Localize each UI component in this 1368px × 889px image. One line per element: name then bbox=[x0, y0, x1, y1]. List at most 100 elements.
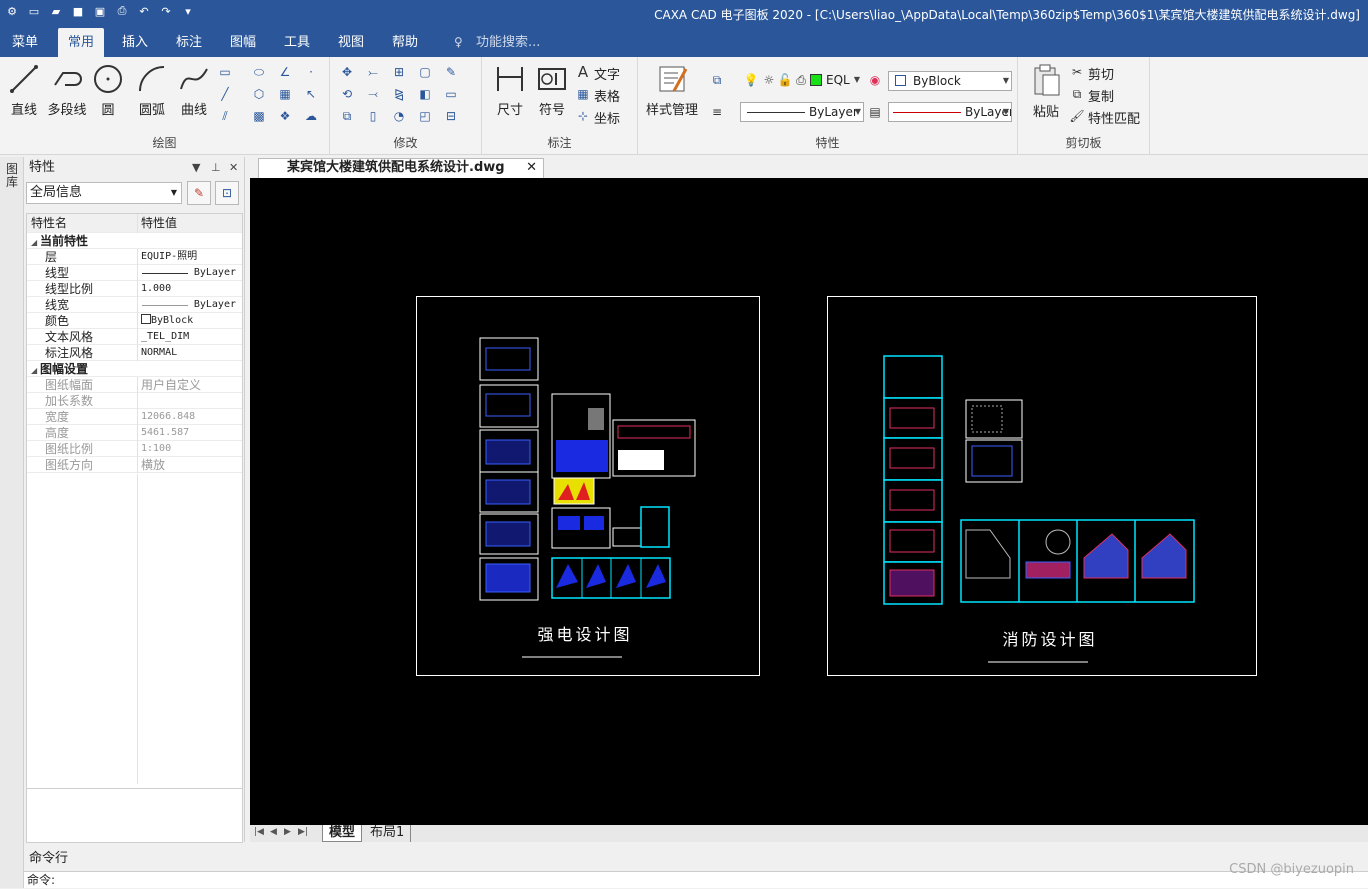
drawing-canvas[interactable]: 强电设计图 消防设计图 bbox=[250, 178, 1368, 825]
document-tab[interactable]: 某宾馆大楼建筑供配电系统设计.dwg ✕ bbox=[258, 158, 544, 178]
line-scale-icon[interactable]: ▤ bbox=[866, 103, 884, 121]
prop-row[interactable]: 线宽 ByLayer bbox=[27, 297, 242, 313]
qat-dropdown-icon[interactable]: ▾ bbox=[180, 3, 196, 19]
save-as-icon[interactable]: ▣ bbox=[92, 3, 108, 19]
prop-value[interactable]: ByLayer bbox=[137, 297, 242, 313]
linetype-combo[interactable]: ByLayer ▼ bbox=[740, 102, 864, 122]
pin-icon[interactable]: ⊥ bbox=[211, 157, 221, 179]
tab-help[interactable]: 帮助 bbox=[382, 28, 428, 57]
prop-value[interactable]: ByBlock bbox=[137, 313, 242, 329]
prop-row[interactable]: 层 EQUIP-照明 bbox=[27, 249, 242, 265]
trim-icon[interactable]: ⤚ bbox=[364, 63, 382, 81]
offset-icon[interactable]: ▢ bbox=[416, 63, 434, 81]
command-input[interactable]: 命令: bbox=[24, 871, 1368, 888]
prev-layout-icon[interactable]: ◀ bbox=[270, 827, 277, 837]
quick-select-button[interactable]: ⊡ bbox=[215, 181, 239, 205]
point-icon[interactable]: · bbox=[302, 63, 320, 81]
next-layout-icon[interactable]: ▶ bbox=[284, 827, 291, 837]
tab-model[interactable]: 模型 bbox=[322, 825, 363, 842]
array-icon[interactable]: ⊞ bbox=[390, 63, 408, 81]
color-combo[interactable]: ByBlock ▼ bbox=[888, 71, 1012, 91]
match-properties-button[interactable]: 特性匹配 bbox=[1088, 108, 1140, 127]
prop-value[interactable] bbox=[137, 393, 242, 409]
circle-button[interactable]: 圆 bbox=[88, 61, 128, 118]
tab-common[interactable]: 常用 bbox=[58, 28, 105, 57]
style-manager-button[interactable]: 样式管理 bbox=[644, 61, 700, 118]
polyline-button[interactable]: 多段线 bbox=[44, 61, 90, 118]
left-sheets[interactable] bbox=[479, 337, 696, 601]
lineweight-combo[interactable]: ByLayer ▼ bbox=[888, 102, 1012, 122]
pointer-icon[interactable]: ↖ bbox=[302, 85, 320, 103]
prop-value[interactable]: EQUIP-照明 bbox=[137, 249, 242, 265]
prop-value[interactable]: 1:100 bbox=[137, 441, 242, 457]
chamfer-icon[interactable]: ◰ bbox=[416, 107, 434, 125]
prop-row[interactable]: 图纸比例 1:100 bbox=[27, 441, 242, 457]
section-sheet[interactable]: 图幅设置 bbox=[27, 361, 242, 377]
right-sheets[interactable] bbox=[883, 355, 1195, 605]
prop-value[interactable]: NORMAL bbox=[137, 345, 242, 361]
section-current[interactable]: 当前特性 bbox=[27, 233, 242, 249]
last-layout-icon[interactable]: ▶| bbox=[298, 827, 308, 837]
close-icon[interactable]: ✕ bbox=[229, 157, 238, 179]
fill-icon[interactable]: ▩ bbox=[250, 107, 268, 125]
move-icon[interactable]: ✥ bbox=[338, 63, 356, 81]
tab-tools[interactable]: 工具 bbox=[274, 28, 320, 57]
centerline-icon[interactable]: ╱ bbox=[216, 85, 234, 103]
tab-sheet[interactable]: 图幅 bbox=[220, 28, 266, 57]
prop-row[interactable]: 文本风格 _TEL_DIM bbox=[27, 329, 242, 345]
undo-icon[interactable]: ↶ bbox=[136, 3, 152, 19]
prop-row[interactable]: 标注风格 NORMAL bbox=[27, 345, 242, 361]
prop-row[interactable]: 宽度 12066.848 bbox=[27, 409, 242, 425]
app-icon[interactable]: ⚙ bbox=[4, 3, 20, 19]
prop-row[interactable]: 线型 ByLayer bbox=[27, 265, 242, 281]
ellipse-icon[interactable]: ⬭ bbox=[250, 63, 268, 81]
round-icon[interactable]: ◔ bbox=[390, 107, 408, 125]
redo-icon[interactable]: ↷ bbox=[158, 3, 174, 19]
extend-icon[interactable]: ⤙ bbox=[364, 85, 382, 103]
tab-layout1[interactable]: 布局1 bbox=[364, 825, 412, 842]
lineweight-icon[interactable]: ≡ bbox=[708, 103, 726, 121]
layer-combo[interactable]: EQL ▼ bbox=[822, 71, 862, 91]
text-button[interactable]: 文字 bbox=[594, 64, 620, 83]
first-layout-icon[interactable]: |◀ bbox=[254, 827, 264, 837]
line-button[interactable]: 直线 bbox=[2, 61, 46, 118]
tab-view[interactable]: 视图 bbox=[328, 28, 374, 57]
prop-row[interactable]: 加长系数 bbox=[27, 393, 242, 409]
prop-value[interactable]: 5461.587 bbox=[137, 425, 242, 441]
rotate-icon[interactable]: ⟲ bbox=[338, 85, 356, 103]
object-filter-combo[interactable]: 全局信息 ▼ bbox=[26, 182, 182, 204]
cut-button[interactable]: 剪切 bbox=[1088, 64, 1114, 83]
break-icon[interactable]: ▯ bbox=[364, 107, 382, 125]
prop-value[interactable]: 横放 bbox=[137, 457, 242, 473]
explode-icon[interactable]: ⊟ bbox=[442, 107, 460, 125]
library-vertical-tab[interactable]: 图库 bbox=[3, 163, 21, 189]
rectangle-icon[interactable]: ▭ bbox=[216, 63, 234, 81]
layer-manager-icon[interactable]: ⧉ bbox=[708, 71, 726, 89]
panel-menu-icon[interactable]: ▼ bbox=[192, 157, 200, 179]
prop-row[interactable]: 线型比例 1.000 bbox=[27, 281, 242, 297]
close-tab-icon[interactable]: ✕ bbox=[526, 159, 537, 177]
prop-row[interactable]: 颜色 ByBlock bbox=[27, 313, 242, 329]
tab-menu[interactable]: 菜单 bbox=[2, 28, 48, 57]
prop-row[interactable]: 图纸幅面 用户自定义 bbox=[27, 377, 242, 393]
copy-button[interactable]: 复制 bbox=[1088, 86, 1114, 105]
tab-insert[interactable]: 插入 bbox=[112, 28, 158, 57]
scale-icon[interactable]: ◧ bbox=[416, 85, 434, 103]
parallel-line-icon[interactable]: ⫽ bbox=[216, 107, 234, 125]
prop-row[interactable]: 高度 5461.587 bbox=[27, 425, 242, 441]
prop-value[interactable]: 用户自定义 bbox=[137, 377, 242, 393]
mirror-icon[interactable]: ⧎ bbox=[390, 85, 408, 103]
table-button[interactable]: 表格 bbox=[594, 86, 620, 105]
polygon-icon[interactable]: ⬡ bbox=[250, 85, 268, 103]
prop-value[interactable]: _TEL_DIM bbox=[137, 329, 242, 345]
paste-button[interactable]: 粘贴 bbox=[1024, 61, 1068, 120]
tab-annotate[interactable]: 标注 bbox=[166, 28, 212, 57]
stretch-icon[interactable]: ▭ bbox=[442, 85, 460, 103]
prop-row[interactable]: 图纸方向 横放 bbox=[27, 457, 242, 473]
save-icon[interactable]: ■ bbox=[70, 3, 86, 19]
feature-search[interactable]: 功能搜索... bbox=[476, 28, 540, 57]
dimension-button[interactable]: 尺寸 bbox=[488, 61, 532, 118]
arc-button[interactable]: 圆弧 bbox=[130, 61, 174, 118]
print-icon[interactable]: ⎙ bbox=[114, 3, 130, 19]
open-folder-icon[interactable]: ▰ bbox=[48, 3, 64, 19]
